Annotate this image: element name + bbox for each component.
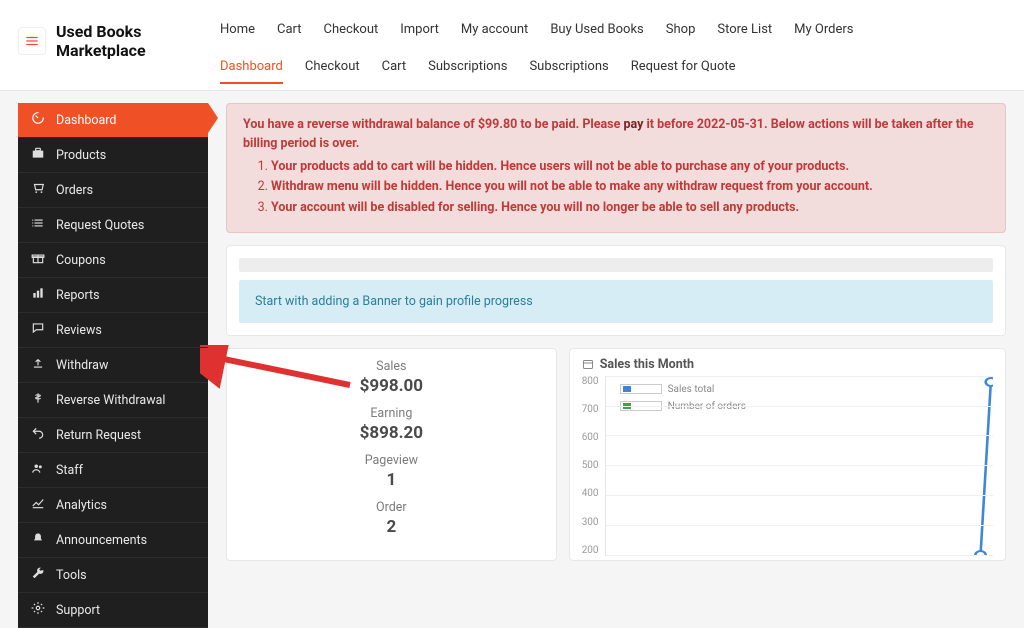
chat-icon [30, 321, 46, 339]
y-tick: 800 [582, 376, 599, 387]
dollar-icon [30, 391, 46, 409]
sales-value: $998.00 [239, 376, 544, 396]
sidebar-item-label: Staff [56, 463, 83, 478]
profile-progress-bar [239, 258, 993, 272]
top-nav-shop[interactable]: Shop [666, 14, 696, 45]
sidebar-item-label: Reports [56, 288, 100, 303]
sidebar-item-withdraw[interactable]: Withdraw [18, 348, 208, 383]
sidebar-item-label: Orders [56, 183, 93, 198]
sidebar-item-label: Announcements [56, 533, 147, 548]
sidebar-item-label: Dashboard [56, 113, 116, 128]
top-nav-checkout[interactable]: Checkout [324, 14, 379, 45]
top-nav-import[interactable]: Import [400, 14, 439, 45]
sub-nav-subscriptions[interactable]: Subscriptions [428, 51, 507, 84]
chart-title: Sales this Month [600, 357, 694, 372]
sidebar-item-reverse-withdrawal[interactable]: Reverse Withdrawal [18, 383, 208, 418]
y-tick: 300 [582, 517, 599, 528]
earning-value: $898.20 [239, 423, 544, 443]
users-icon [30, 461, 46, 479]
sales-label: Sales [239, 359, 544, 374]
sidebar-item-reviews[interactable]: Reviews [18, 313, 208, 348]
sidebar-item-label: Coupons [56, 253, 106, 268]
dashboard-icon [30, 111, 46, 129]
order-value: 2 [239, 517, 544, 537]
alert-item: Your products add to cart will be hidden… [271, 158, 989, 177]
banner-hint: Start with adding a Banner to gain profi… [239, 280, 993, 323]
undo-icon [30, 426, 46, 444]
sidebar-item-label: Support [56, 603, 100, 618]
sidebar-item-tools[interactable]: Tools [18, 558, 208, 593]
sidebar-item-orders[interactable]: Orders [18, 173, 208, 208]
sidebar-item-label: Analytics [56, 498, 107, 513]
y-tick: 400 [582, 488, 599, 499]
sidebar-item-staff[interactable]: Staff [18, 453, 208, 488]
calendar-icon [582, 358, 594, 370]
bell-icon [30, 531, 46, 549]
pageview-value: 1 [239, 470, 544, 490]
chart-icon [30, 286, 46, 304]
sub-nav-cart[interactable]: Cart [382, 51, 407, 84]
y-tick: 600 [582, 432, 599, 443]
sub-nav-subscriptions[interactable]: Subscriptions [529, 51, 608, 84]
top-nav-my-orders[interactable]: My Orders [794, 14, 853, 45]
alert-text: You have a reverse withdrawal balance of [243, 117, 478, 132]
sidebar-item-products[interactable]: Products [18, 138, 208, 173]
hamburger-icon [25, 34, 39, 48]
alert-item: Withdraw menu will be hidden. Hence you … [271, 178, 989, 197]
sidebar-item-support[interactable]: Support [18, 593, 208, 628]
alert-text: to be paid. Please [517, 117, 623, 132]
top-nav-home[interactable]: Home [220, 14, 255, 45]
sidebar-item-coupons[interactable]: Coupons [18, 243, 208, 278]
profile-progress-card: Start with adding a Banner to gain profi… [226, 245, 1006, 336]
sidebar-item-label: Products [56, 148, 106, 163]
top-nav-store-list[interactable]: Store List [717, 14, 772, 45]
sub-nav-dashboard[interactable]: Dashboard [220, 51, 283, 84]
y-tick: 500 [582, 460, 599, 471]
top-nav-buy-used-books[interactable]: Buy Used Books [550, 14, 643, 45]
sidebar-item-analytics[interactable]: Analytics [18, 488, 208, 523]
line-chart-icon [30, 496, 46, 514]
alert-text: it before [643, 117, 696, 132]
cart-icon [30, 181, 46, 199]
y-tick: 700 [582, 404, 599, 415]
sub-nav-request-for-quote[interactable]: Request for Quote [631, 51, 736, 84]
sidebar-item-label: Reverse Withdrawal [56, 393, 165, 408]
sidebar-item-label: Request Quotes [56, 218, 144, 233]
chart-title-row: Sales this Month [582, 357, 993, 372]
sidebar-item-label: Return Request [56, 428, 141, 443]
top-nav-cart[interactable]: Cart [277, 14, 302, 45]
alert-deadline: 2022-05-31 [697, 117, 764, 132]
alert-amount: $99.80 [478, 117, 517, 132]
gift-icon [30, 251, 46, 269]
sub-nav-checkout[interactable]: Checkout [305, 51, 360, 84]
menu-toggle[interactable] [18, 27, 46, 55]
sidebar-item-label: Withdraw [56, 358, 108, 373]
sidebar-item-reports[interactable]: Reports [18, 278, 208, 313]
sales-chart-card: Sales this Month 800700600500400300200 S… [569, 348, 1006, 561]
order-label: Order [239, 500, 544, 515]
sidebar-item-request-quotes[interactable]: Request Quotes [18, 208, 208, 243]
sidebar-item-label: Reviews [56, 323, 102, 338]
sidebar-item-dashboard[interactable]: Dashboard [18, 103, 208, 138]
list-icon [30, 216, 46, 234]
brand-title: Used Books Marketplace [56, 22, 176, 60]
y-tick: 200 [582, 545, 599, 556]
sidebar: Dashboard Products Orders Request Quotes Cou… [18, 103, 208, 628]
sidebar-item-announcements[interactable]: Announcements [18, 523, 208, 558]
pay-link[interactable]: pay [623, 117, 643, 132]
briefcase-icon [30, 146, 46, 164]
upload-icon [30, 356, 46, 374]
gear-icon [30, 601, 46, 619]
wrench-icon [30, 566, 46, 584]
stats-card: Sales $998.00 Earning $898.20 Pageview 1… [226, 348, 557, 561]
top-nav-my-account[interactable]: My account [461, 14, 528, 45]
sidebar-item-label: Tools [56, 568, 87, 583]
earning-label: Earning [239, 406, 544, 421]
reverse-withdrawal-alert: You have a reverse withdrawal balance of… [226, 103, 1006, 233]
alert-item: Your account will be disabled for sellin… [271, 199, 989, 218]
pageview-label: Pageview [239, 453, 544, 468]
sidebar-item-return-request[interactable]: Return Request [18, 418, 208, 453]
